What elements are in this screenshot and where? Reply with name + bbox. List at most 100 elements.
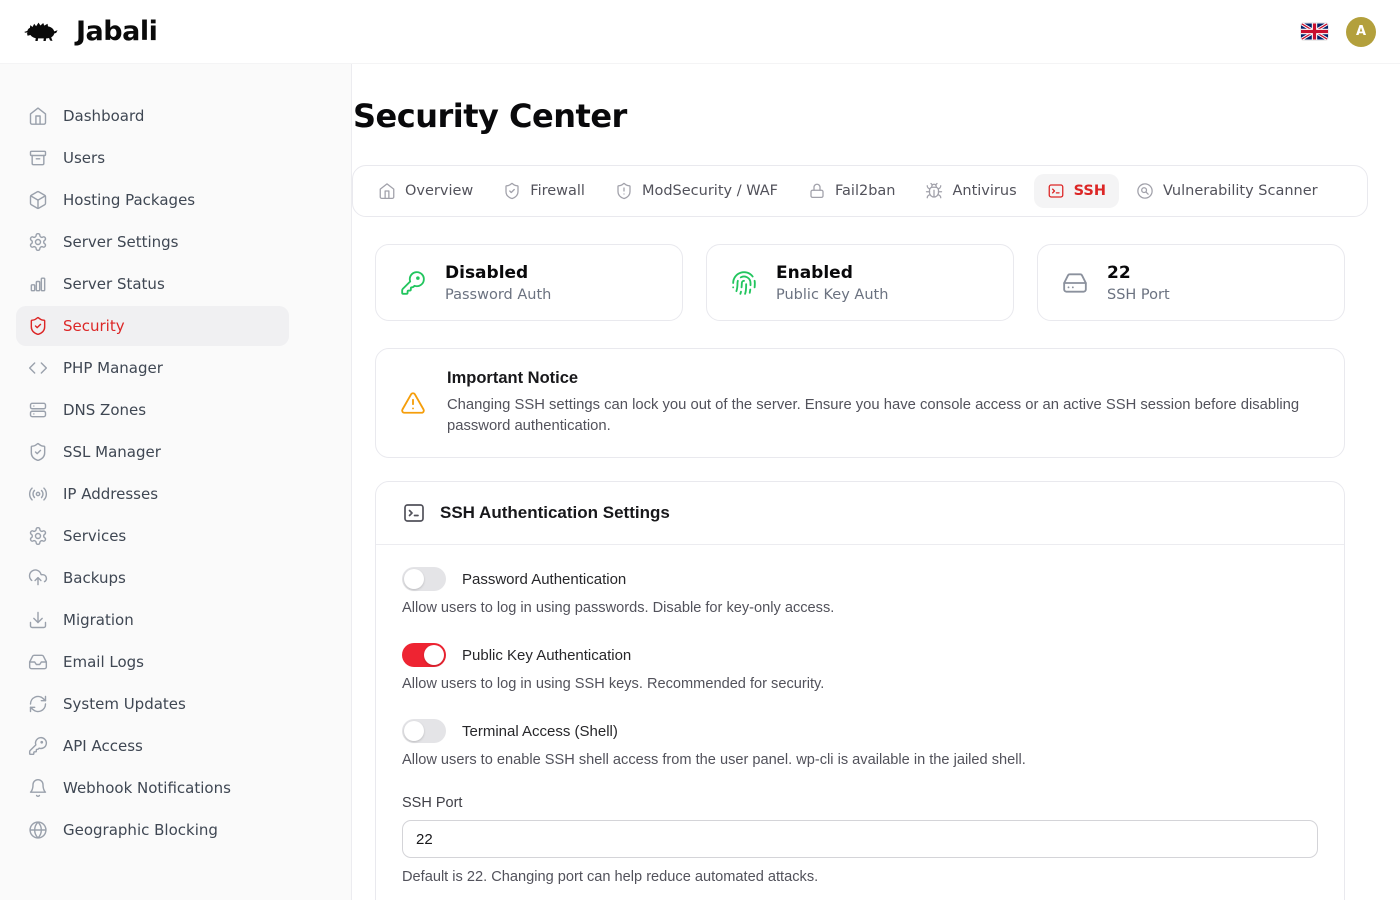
password-auth-toggle[interactable] [402,567,446,591]
sidebar-item-backups[interactable]: Backups [16,558,289,598]
main-content: Security Center Overview Firewall ModSec… [352,64,1400,900]
terminal-access-toggle[interactable] [402,719,446,743]
sidebar-item-label: Server Settings [63,233,178,251]
sidebar-item-label: DNS Zones [63,401,146,419]
hard-drive-icon [1062,270,1088,296]
shield-alert-icon [615,182,633,200]
ssh-port-help: Default is 22. Changing port can help re… [402,869,1318,885]
status-card-password-auth: Disabled Password Auth [375,244,683,321]
bell-icon [28,778,48,798]
important-notice: Important Notice Changing SSH settings c… [375,348,1345,458]
sidebar-item-label: PHP Manager [63,359,163,377]
tab-label: Vulnerability Scanner [1163,183,1318,199]
sidebar-item-label: Server Status [63,275,165,293]
shield-check-icon [503,182,521,200]
key-icon [28,736,48,756]
sidebar-item-api-access[interactable]: API Access [16,726,289,766]
tab-antivirus[interactable]: Antivirus [912,174,1029,208]
status-label: Public Key Auth [776,287,888,303]
security-tabs: Overview Firewall ModSecurity / WAF Fail… [352,165,1368,217]
status-label: Password Auth [445,287,551,303]
sidebar-item-server-settings[interactable]: Server Settings [16,222,289,262]
password-auth-row: Password Authentication [402,567,1318,591]
panel-title: SSH Authentication Settings [440,503,670,523]
sidebar-item-dns-zones[interactable]: DNS Zones [16,390,289,430]
uk-flag-icon[interactable] [1301,23,1328,40]
refresh-icon [28,694,48,714]
home-icon [378,182,396,200]
toggle-description: Allow users to log in using passwords. D… [402,600,1318,616]
sidebar-item-services[interactable]: Services [16,516,289,556]
tab-label: Overview [405,183,473,199]
sidebar-item-label: Dashboard [63,107,144,125]
tab-overview[interactable]: Overview [365,174,486,208]
sidebar-item-label: Security [63,317,125,335]
sidebar-item-ssl-manager[interactable]: SSL Manager [16,432,289,472]
sidebar-item-ip-addresses[interactable]: IP Addresses [16,474,289,514]
tab-fail2ban[interactable]: Fail2ban [795,174,908,208]
public-key-auth-toggle[interactable] [402,643,446,667]
sidebar-item-geographic-blocking[interactable]: Geographic Blocking [16,810,289,850]
home-icon [28,106,48,126]
brand-name: Jabali [76,16,157,47]
toggle-label: Public Key Authentication [462,647,631,664]
terminal-icon [402,501,426,525]
toggle-label: Password Authentication [462,571,626,588]
ssh-port-label: SSH Port [402,795,1318,811]
panel-header: SSH Authentication Settings [376,482,1344,545]
sidebar-item-label: Webhook Notifications [63,779,231,797]
panel-body: Password Authentication Allow users to l… [376,545,1344,900]
status-card-ssh-port: 22 SSH Port [1037,244,1345,321]
gear-icon [28,526,48,546]
tab-firewall[interactable]: Firewall [490,174,598,208]
sidebar-item-migration[interactable]: Migration [16,600,289,640]
shield-check-icon [28,316,48,336]
ssh-port-input[interactable] [402,820,1318,858]
lock-icon [808,182,826,200]
globe-icon [28,820,48,840]
tab-label: ModSecurity / WAF [642,183,778,199]
tab-label: Firewall [530,183,585,199]
ssh-auth-settings-panel: SSH Authentication Settings Password Aut… [375,481,1345,900]
terminal-icon [1047,182,1065,200]
sidebar-item-users[interactable]: Users [16,138,289,178]
archive-icon [28,148,48,168]
sidebar-item-label: Geographic Blocking [63,821,218,839]
cloud-upload-icon [28,568,48,588]
scanner-icon [1136,182,1154,200]
sidebar-item-label: SSL Manager [63,443,161,461]
status-value: Enabled [776,263,888,283]
tab-ssh[interactable]: SSH [1034,174,1119,208]
avatar[interactable]: A [1346,17,1376,47]
download-icon [28,610,48,630]
status-cards: Disabled Password Auth Enabled Public Ke… [375,244,1345,321]
brand-logo[interactable]: Jabali [22,15,157,49]
sidebar-item-hosting-packages[interactable]: Hosting Packages [16,180,289,220]
sidebar-item-email-logs[interactable]: Email Logs [16,642,289,682]
tab-modsecurity-waf[interactable]: ModSecurity / WAF [602,174,791,208]
bar-chart-icon [28,274,48,294]
tab-vulnerability-scanner[interactable]: Vulnerability Scanner [1123,174,1331,208]
sidebar-item-label: Migration [63,611,134,629]
sidebar-item-system-updates[interactable]: System Updates [16,684,289,724]
sidebar-item-security[interactable]: Security [16,306,289,346]
sidebar: Dashboard Users Hosting Packages Server … [0,64,352,900]
sidebar-item-php-manager[interactable]: PHP Manager [16,348,289,388]
tab-label: Antivirus [952,183,1016,199]
status-value: 22 [1107,263,1170,283]
bug-icon [925,182,943,200]
status-card-public-key-auth: Enabled Public Key Auth [706,244,1014,321]
sidebar-item-server-status[interactable]: Server Status [16,264,289,304]
sidebar-item-label: IP Addresses [63,485,158,503]
fingerprint-icon [731,270,757,296]
toggle-label: Terminal Access (Shell) [462,723,618,740]
sidebar-item-label: Hosting Packages [63,191,195,209]
radio-waves-icon [28,484,48,504]
sidebar-item-webhook-notifications[interactable]: Webhook Notifications [16,768,289,808]
sidebar-item-label: Users [63,149,105,167]
sidebar-item-label: API Access [63,737,143,755]
status-value: Disabled [445,263,551,283]
sidebar-item-dashboard[interactable]: Dashboard [16,96,289,136]
sidebar-item-label: Backups [63,569,126,587]
key-icon [400,270,426,296]
